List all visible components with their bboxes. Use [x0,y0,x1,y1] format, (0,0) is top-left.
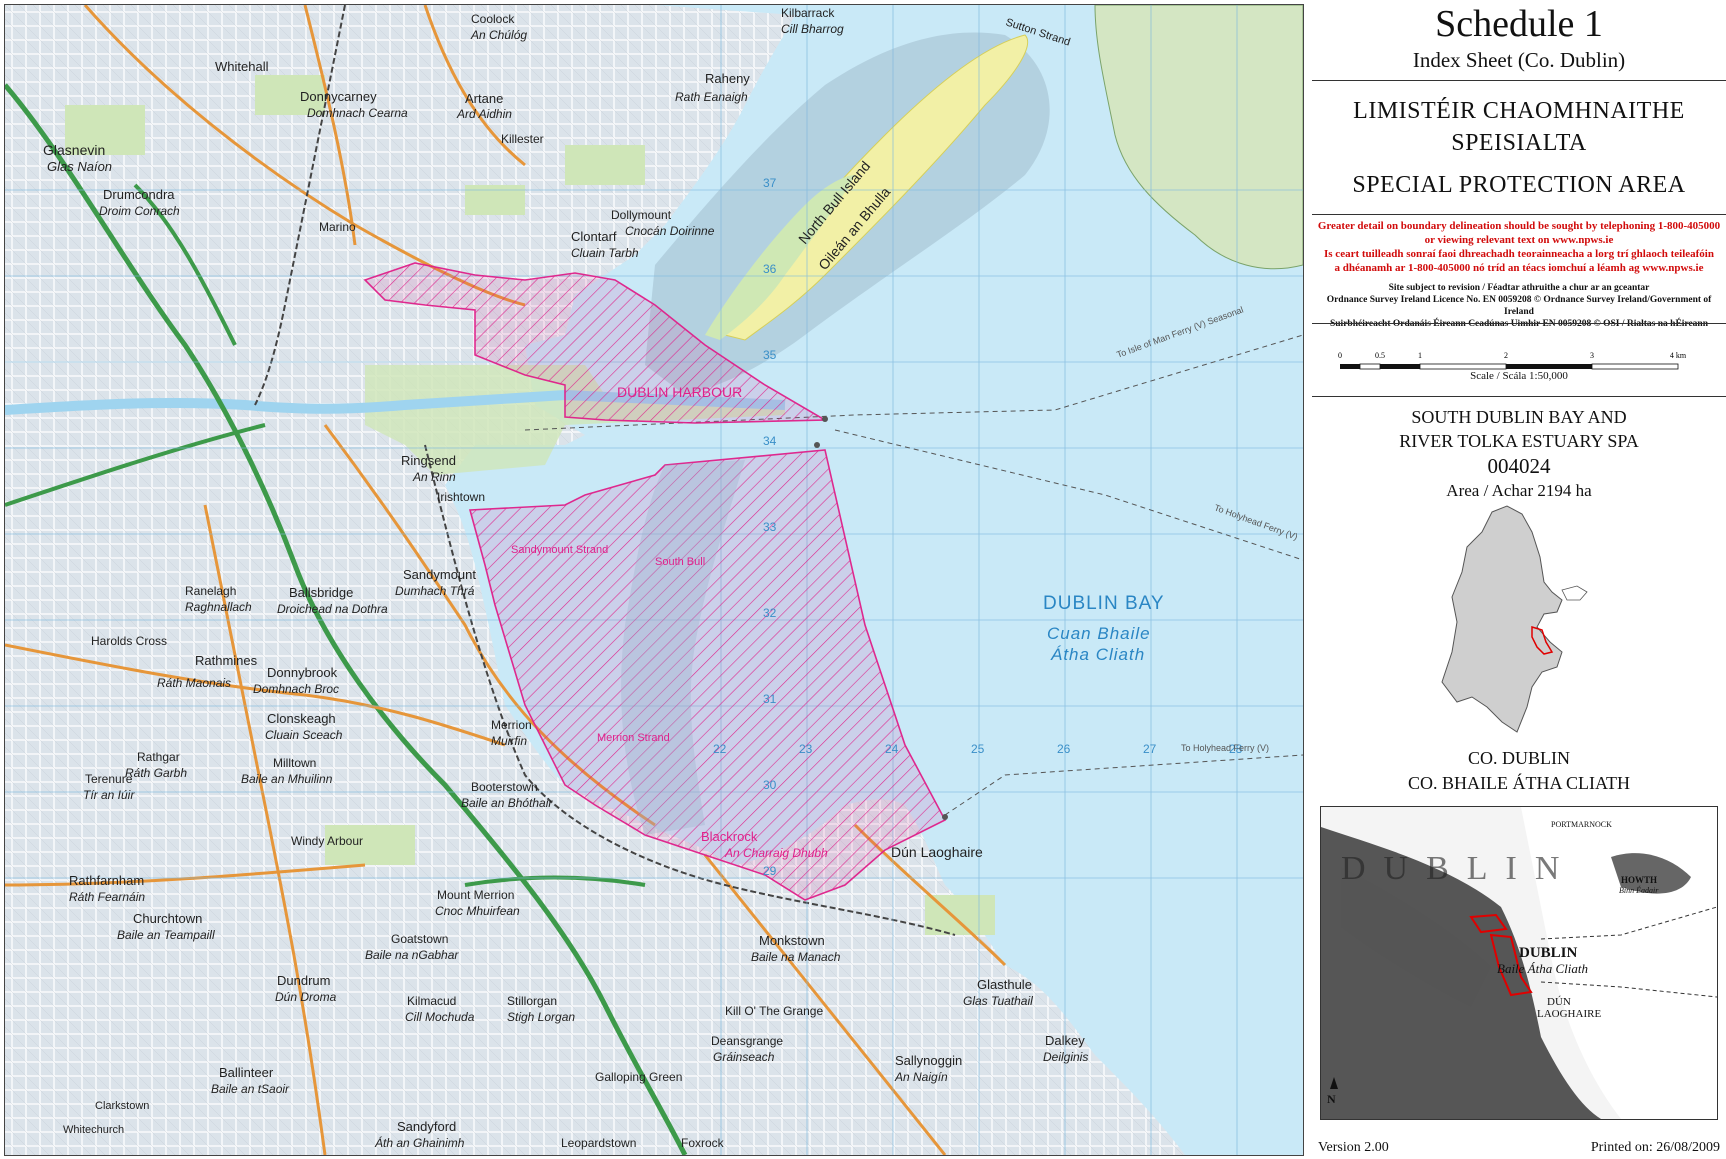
licence-line-2: Suirbhéireacht Ordanáis Éireann Ceadúnas… [1329,319,1708,329]
scale-tick-label: 3 [1590,351,1594,360]
park [465,185,525,215]
lighthouse-marker [822,416,828,422]
notice-ga-line-2: a dhéanamh ar 1-800-405000 nó tríd an té… [1334,262,1704,274]
county-locator-map [1441,505,1588,733]
lighthouse-marker [814,442,820,448]
base-map[interactable] [5,5,1303,1155]
park [325,825,415,865]
scale-tick-label: 2 [1504,351,1508,360]
scale-segment [1591,363,1679,370]
scale-tick-label: 0 [1338,351,1342,360]
scale-tick-label: 4 km [1670,351,1687,360]
map-frame[interactable]: Whitehall Donnycarney Domhnach Cearna Glasn… [4,4,1304,1156]
scale-segment [1506,364,1592,369]
inset-laoghaire-label: LAOGHAIRE [1537,1008,1601,1020]
scale-label: Scale / Scála 1:50,000 [1470,370,1568,382]
park [565,145,645,185]
county-name-ga: CO. BHAILE ÁTHA CLIATH [1408,773,1630,793]
scale-segment [1340,364,1360,369]
scale-tick-label: 1 [1418,351,1422,360]
scale-segment [1419,363,1507,370]
revision-note: Site subject to revision / Féadtar athru… [1388,283,1650,293]
scale-segment [1380,364,1420,369]
lighthouse-marker [942,814,948,820]
site-code: 004024 [1487,454,1551,478]
site-name-line-2: RIVER TOLKA ESTUARY SPA [1399,431,1639,451]
north-arrow-icon: N [1327,1092,1336,1106]
scale-tick-label: 0.5 [1375,351,1385,360]
legend-panel: Schedule 1 Index Sheet (Co. Dublin) LIMI… [1312,0,1726,1159]
schedule-title: Schedule 1 [1435,3,1603,45]
spa-irish-heading-1: LIMISTÉIR CHAOMHNAITHE [1353,98,1685,124]
inset-dublin-watermark: DUBLIN [1341,850,1577,887]
divider [1312,396,1726,397]
printed-date: Printed on: 26/08/2009 [1590,1140,1720,1155]
site-area: Area / Achar 2194 ha [1446,481,1592,500]
notice-en-line-2: or viewing relevant text on www.npws.ie [1424,234,1614,246]
county-name-en: CO. DUBLIN [1468,748,1570,768]
site-name-line-1: SOUTH DUBLIN BAY AND [1411,407,1627,427]
park [255,75,325,115]
version-text: Version 2.00 [1318,1140,1389,1155]
park [65,105,145,155]
licence-line-1: Ordnance Survey Ireland Licence No. EN 0… [1326,295,1712,317]
notice-ga-line-1: Is ceart tuilleadh sonraí faoi dhreachad… [1324,248,1714,260]
inset-howth-label: HOWTH [1621,875,1657,885]
county-howth-outline [1561,585,1588,601]
spa-english-heading: SPECIAL PROTECTION AREA [1352,172,1686,198]
index-sheet-subtitle: Index Sheet (Co. Dublin) [1412,48,1626,72]
divider [1312,214,1726,215]
inset-map-svg: DUBLIN DUBLIN Baile Átha Cliath DÚN LAOG… [1321,807,1717,1119]
notice-en-line-1: Greater detail on boundary delineation s… [1317,220,1721,232]
scale-bar: 0 0.5 1 2 3 4 km [1338,351,1687,370]
divider [1312,323,1726,324]
county-dublin-outline [1441,505,1563,733]
boundary-notice: Greater detail on boundary delineation s… [1312,219,1726,275]
spa-irish-heading-2: SPEISIALTA [1451,130,1587,156]
inset-overview-map: DUBLIN DUBLIN Baile Átha Cliath DÚN LAOG… [1320,806,1718,1120]
inset-dublin-irish: Baile Átha Cliath [1497,961,1588,976]
inset-dublin-label: DUBLIN [1519,945,1578,961]
inset-dun-label: DÚN [1547,996,1571,1008]
inset-howth-irish: Binn Éadair [1619,885,1659,895]
scale-segment [1359,363,1381,370]
inset-portmarnock-label: PORTMARNOCK [1551,820,1612,829]
divider [1312,80,1726,81]
